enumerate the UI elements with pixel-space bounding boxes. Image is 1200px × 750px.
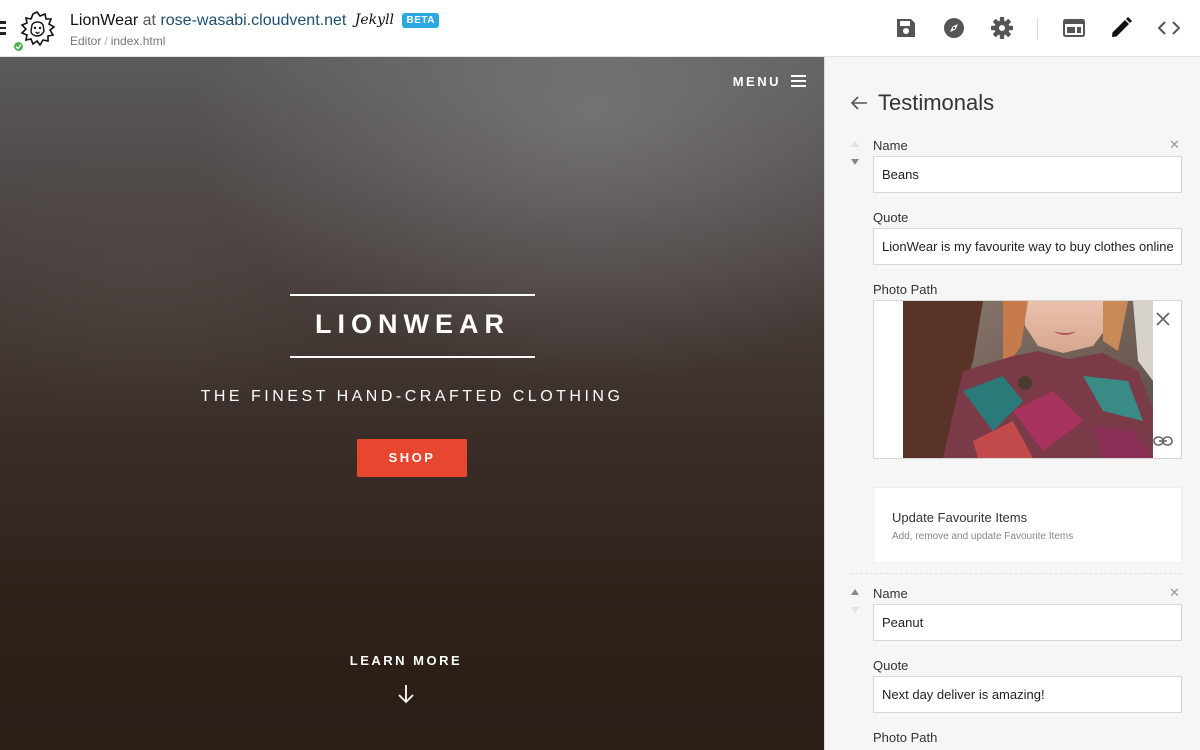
move-up-icon[interactable]: [850, 140, 860, 148]
layout-icon[interactable]: [1062, 16, 1086, 40]
back-arrow-icon[interactable]: [850, 94, 868, 112]
name-input[interactable]: [873, 604, 1182, 641]
panel-title: Testimonals: [878, 90, 995, 115]
settings-gear-icon[interactable]: [990, 16, 1014, 40]
hero-rule-top: [290, 294, 535, 296]
name-label: Name: [873, 138, 908, 153]
learn-more-link[interactable]: LEARN MORE: [300, 653, 512, 668]
status-check-icon: [12, 40, 25, 53]
breadcrumb-editor[interactable]: Editor: [70, 34, 101, 48]
menu-label: MENU: [732, 73, 781, 89]
move-down-icon[interactable]: [850, 606, 860, 614]
shop-button[interactable]: SHOP: [357, 439, 467, 477]
remove-photo-icon[interactable]: [1155, 311, 1171, 327]
compass-icon[interactable]: [942, 16, 966, 40]
edit-pencil-icon[interactable]: [1109, 16, 1133, 40]
jekyll-logo: Jekyll: [354, 12, 395, 28]
save-icon[interactable]: [894, 16, 918, 40]
site-title: LionWear at rose-wasabi.cloudvent.net Je…: [70, 12, 439, 30]
update-favourite-items-card[interactable]: Update Favourite Items Add, remove and u…: [873, 487, 1182, 563]
top-bar: LionWear at rose-wasabi.cloudvent.net Je…: [0, 0, 1200, 57]
site-host-link[interactable]: rose-wasabi.cloudvent.net: [160, 12, 346, 29]
toolbar-divider: [1037, 18, 1038, 40]
favourites-title: Update Favourite Items: [892, 510, 1028, 525]
hamburger-menu-icon[interactable]: [0, 21, 6, 35]
photo-path-label: Photo Path: [873, 730, 938, 745]
item-divider: [850, 573, 1182, 574]
arrow-down-icon[interactable]: [396, 683, 416, 705]
source-code-icon[interactable]: [1157, 16, 1181, 40]
remove-item-icon[interactable]: ✕: [1169, 137, 1180, 153]
hero-rule-bottom: [290, 356, 535, 358]
editor-panel: Testimonals Name ✕ Quote Photo Path: [824, 57, 1200, 750]
link-icon[interactable]: [1153, 434, 1173, 448]
preview-menu-button[interactable]: MENU: [733, 72, 806, 90]
name-label: Name: [873, 586, 908, 601]
breadcrumb: Editor / index.html: [70, 34, 166, 48]
site-at-label: at: [142, 12, 156, 29]
photo-path-field[interactable]: [873, 300, 1182, 459]
quote-input[interactable]: [873, 228, 1182, 265]
menu-lines-icon: [791, 72, 806, 90]
hero-subtitle: THE FINEST HAND-CRAFTED CLOTHING: [200, 388, 624, 405]
move-down-icon[interactable]: [850, 158, 860, 166]
move-up-icon[interactable]: [850, 588, 860, 596]
quote-label: Quote: [873, 210, 909, 225]
quote-input[interactable]: [873, 676, 1182, 713]
name-input[interactable]: [873, 156, 1182, 193]
breadcrumb-file: index.html: [110, 34, 166, 48]
site-preview: MENU LIONWEAR THE FINEST HAND-CRAFTED CL…: [0, 57, 824, 750]
quote-label: Quote: [873, 658, 909, 673]
beta-badge: BETA: [402, 13, 439, 28]
photo-path-label: Photo Path: [873, 282, 938, 297]
site-name[interactable]: LionWear: [70, 12, 138, 29]
hero-title: LIONWEAR: [315, 309, 510, 339]
favourites-description: Add, remove and update Favourite Items: [892, 531, 1074, 542]
remove-item-icon[interactable]: ✕: [1169, 585, 1180, 601]
testimonial-photo: [903, 301, 1153, 458]
